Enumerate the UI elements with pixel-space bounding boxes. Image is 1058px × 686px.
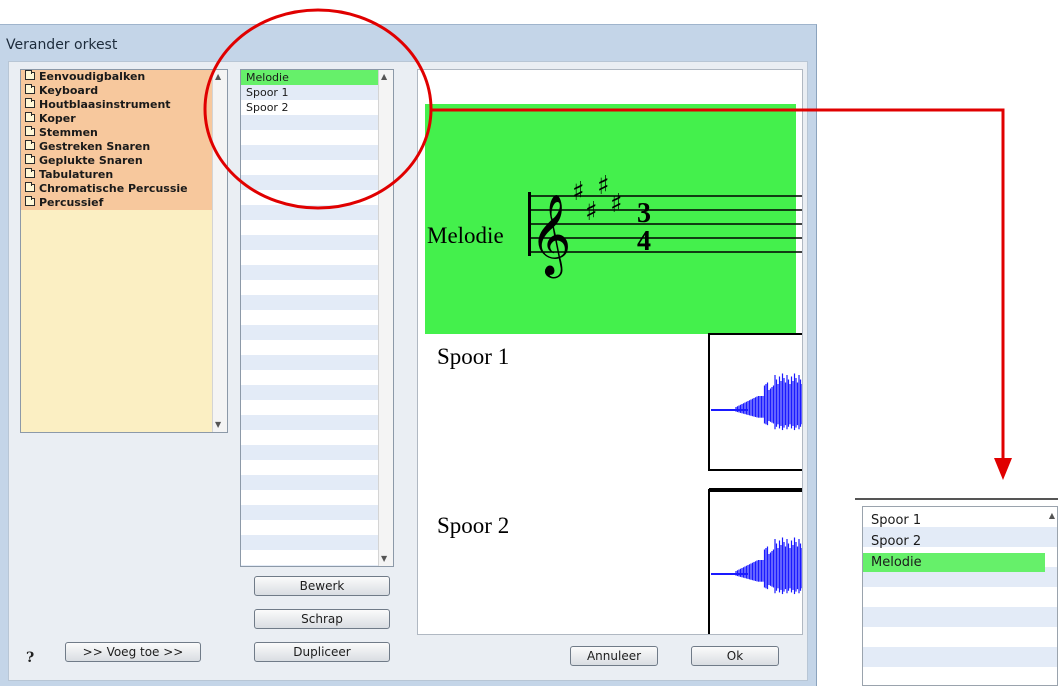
scroll-up-icon[interactable]: ▲	[381, 72, 387, 82]
reordered-item-spoor-2[interactable]: Spoor 2	[863, 532, 1045, 551]
category-label: Tabulaturen	[39, 168, 114, 181]
duplicate-button[interactable]: Dupliceer	[254, 642, 390, 662]
track2-label: Spoor 2	[437, 513, 509, 538]
category-list: Eenvoudigbalken Keyboard Houtblaasinstrume…	[20, 69, 228, 433]
category-item[interactable]: Stemmen	[21, 126, 217, 140]
melody-highlight	[425, 104, 796, 334]
track-list: Melodie Spoor 1 Spoor 2 ▲ ▼	[240, 69, 394, 567]
folder-icon	[25, 168, 35, 178]
category-item[interactable]: Percussief	[21, 196, 217, 210]
category-item[interactable]: Houtblaasinstrument	[21, 98, 217, 112]
dialog-body: Eenvoudigbalken Keyboard Houtblaasinstrume…	[8, 61, 808, 681]
reordered-track-list: Spoor 1 Spoor 2 Melodie ▲	[862, 506, 1058, 686]
score-preview: Melodie 𝄞 ♯ ♯ ♯ ♯ 3 4 Spoor 1 Spoor 2	[417, 69, 803, 635]
category-label: Houtblaasinstrument	[39, 98, 171, 111]
track-separator	[709, 488, 802, 492]
category-item[interactable]: Tabulaturen	[21, 168, 217, 182]
folder-icon	[25, 182, 35, 192]
folder-icon	[25, 140, 35, 150]
category-label: Keyboard	[39, 84, 99, 97]
treble-clef-icon: 𝄞	[530, 193, 571, 278]
reordered-item-spoor-1[interactable]: Spoor 1	[863, 511, 1045, 530]
category-label: Percussief	[39, 196, 104, 209]
track-item-spoor-2[interactable]: Spoor 2	[241, 100, 378, 115]
category-scrollbar[interactable]: ▲ ▼	[212, 70, 227, 432]
sharp-icon: ♯	[610, 189, 623, 219]
delete-button[interactable]: Schrap	[254, 609, 390, 629]
category-item[interactable]: Gestreken Snaren	[21, 140, 217, 154]
folder-icon	[25, 84, 35, 94]
waveform-1	[711, 373, 802, 431]
category-label: Eenvoudigbalken	[39, 70, 146, 83]
cancel-button[interactable]: Annuleer	[570, 646, 658, 666]
folder-icon	[25, 196, 35, 206]
category-item[interactable]: Geplukte Snaren	[21, 154, 217, 168]
dialog-title: Verander orkest	[6, 37, 118, 53]
add-button[interactable]: >> Voeg toe >>	[65, 642, 201, 662]
time-signature-top: 3	[637, 198, 651, 229]
arrow-head-icon	[994, 458, 1012, 480]
reordered-item-melodie[interactable]: Melodie	[863, 553, 1045, 572]
folder-icon	[25, 154, 35, 164]
track-scrollbar[interactable]: ▲ ▼	[378, 70, 393, 566]
folder-icon	[25, 98, 35, 108]
track-list-rows: Melodie Spoor 1 Spoor 2	[241, 70, 378, 566]
track-item-spoor-1[interactable]: Spoor 1	[241, 85, 378, 100]
category-items: Eenvoudigbalken Keyboard Houtblaasinstrume…	[21, 70, 227, 210]
scroll-up-icon[interactable]: ▲	[215, 72, 221, 82]
scroll-down-icon[interactable]: ▼	[381, 554, 387, 564]
scroll-down-icon[interactable]: ▼	[215, 420, 221, 430]
category-label: Stemmen	[39, 126, 98, 139]
waveform-2	[711, 537, 802, 595]
scroll-up-icon[interactable]: ▲	[1049, 511, 1055, 521]
sharp-icon: ♯	[572, 177, 585, 207]
category-label: Gestreken Snaren	[39, 140, 151, 153]
category-label: Chromatische Percussie	[39, 182, 188, 195]
ok-button[interactable]: Ok	[691, 646, 779, 666]
sharp-icon: ♯	[597, 171, 610, 201]
folder-icon	[25, 126, 35, 136]
folder-icon	[25, 112, 35, 122]
edit-button[interactable]: Bewerk	[254, 576, 390, 596]
category-item[interactable]: Chromatische Percussie	[21, 182, 217, 196]
category-item[interactable]: Keyboard	[21, 84, 217, 98]
category-item[interactable]: Eenvoudigbalken	[21, 70, 217, 84]
sharp-icon: ♯	[585, 197, 598, 227]
help-icon[interactable]: ?	[26, 650, 34, 666]
orchestra-dialog: Verander orkest Eenvoudigbalken Keyboard H…	[0, 24, 817, 686]
category-label: Koper	[39, 112, 76, 125]
category-item[interactable]: Koper	[21, 112, 217, 126]
melody-label: Melodie	[427, 223, 504, 248]
time-signature-bottom: 4	[637, 226, 651, 257]
track-item-melodie[interactable]: Melodie	[241, 70, 378, 85]
folder-icon	[25, 70, 35, 80]
category-label: Geplukte Snaren	[39, 154, 143, 167]
track1-label: Spoor 1	[437, 344, 509, 369]
